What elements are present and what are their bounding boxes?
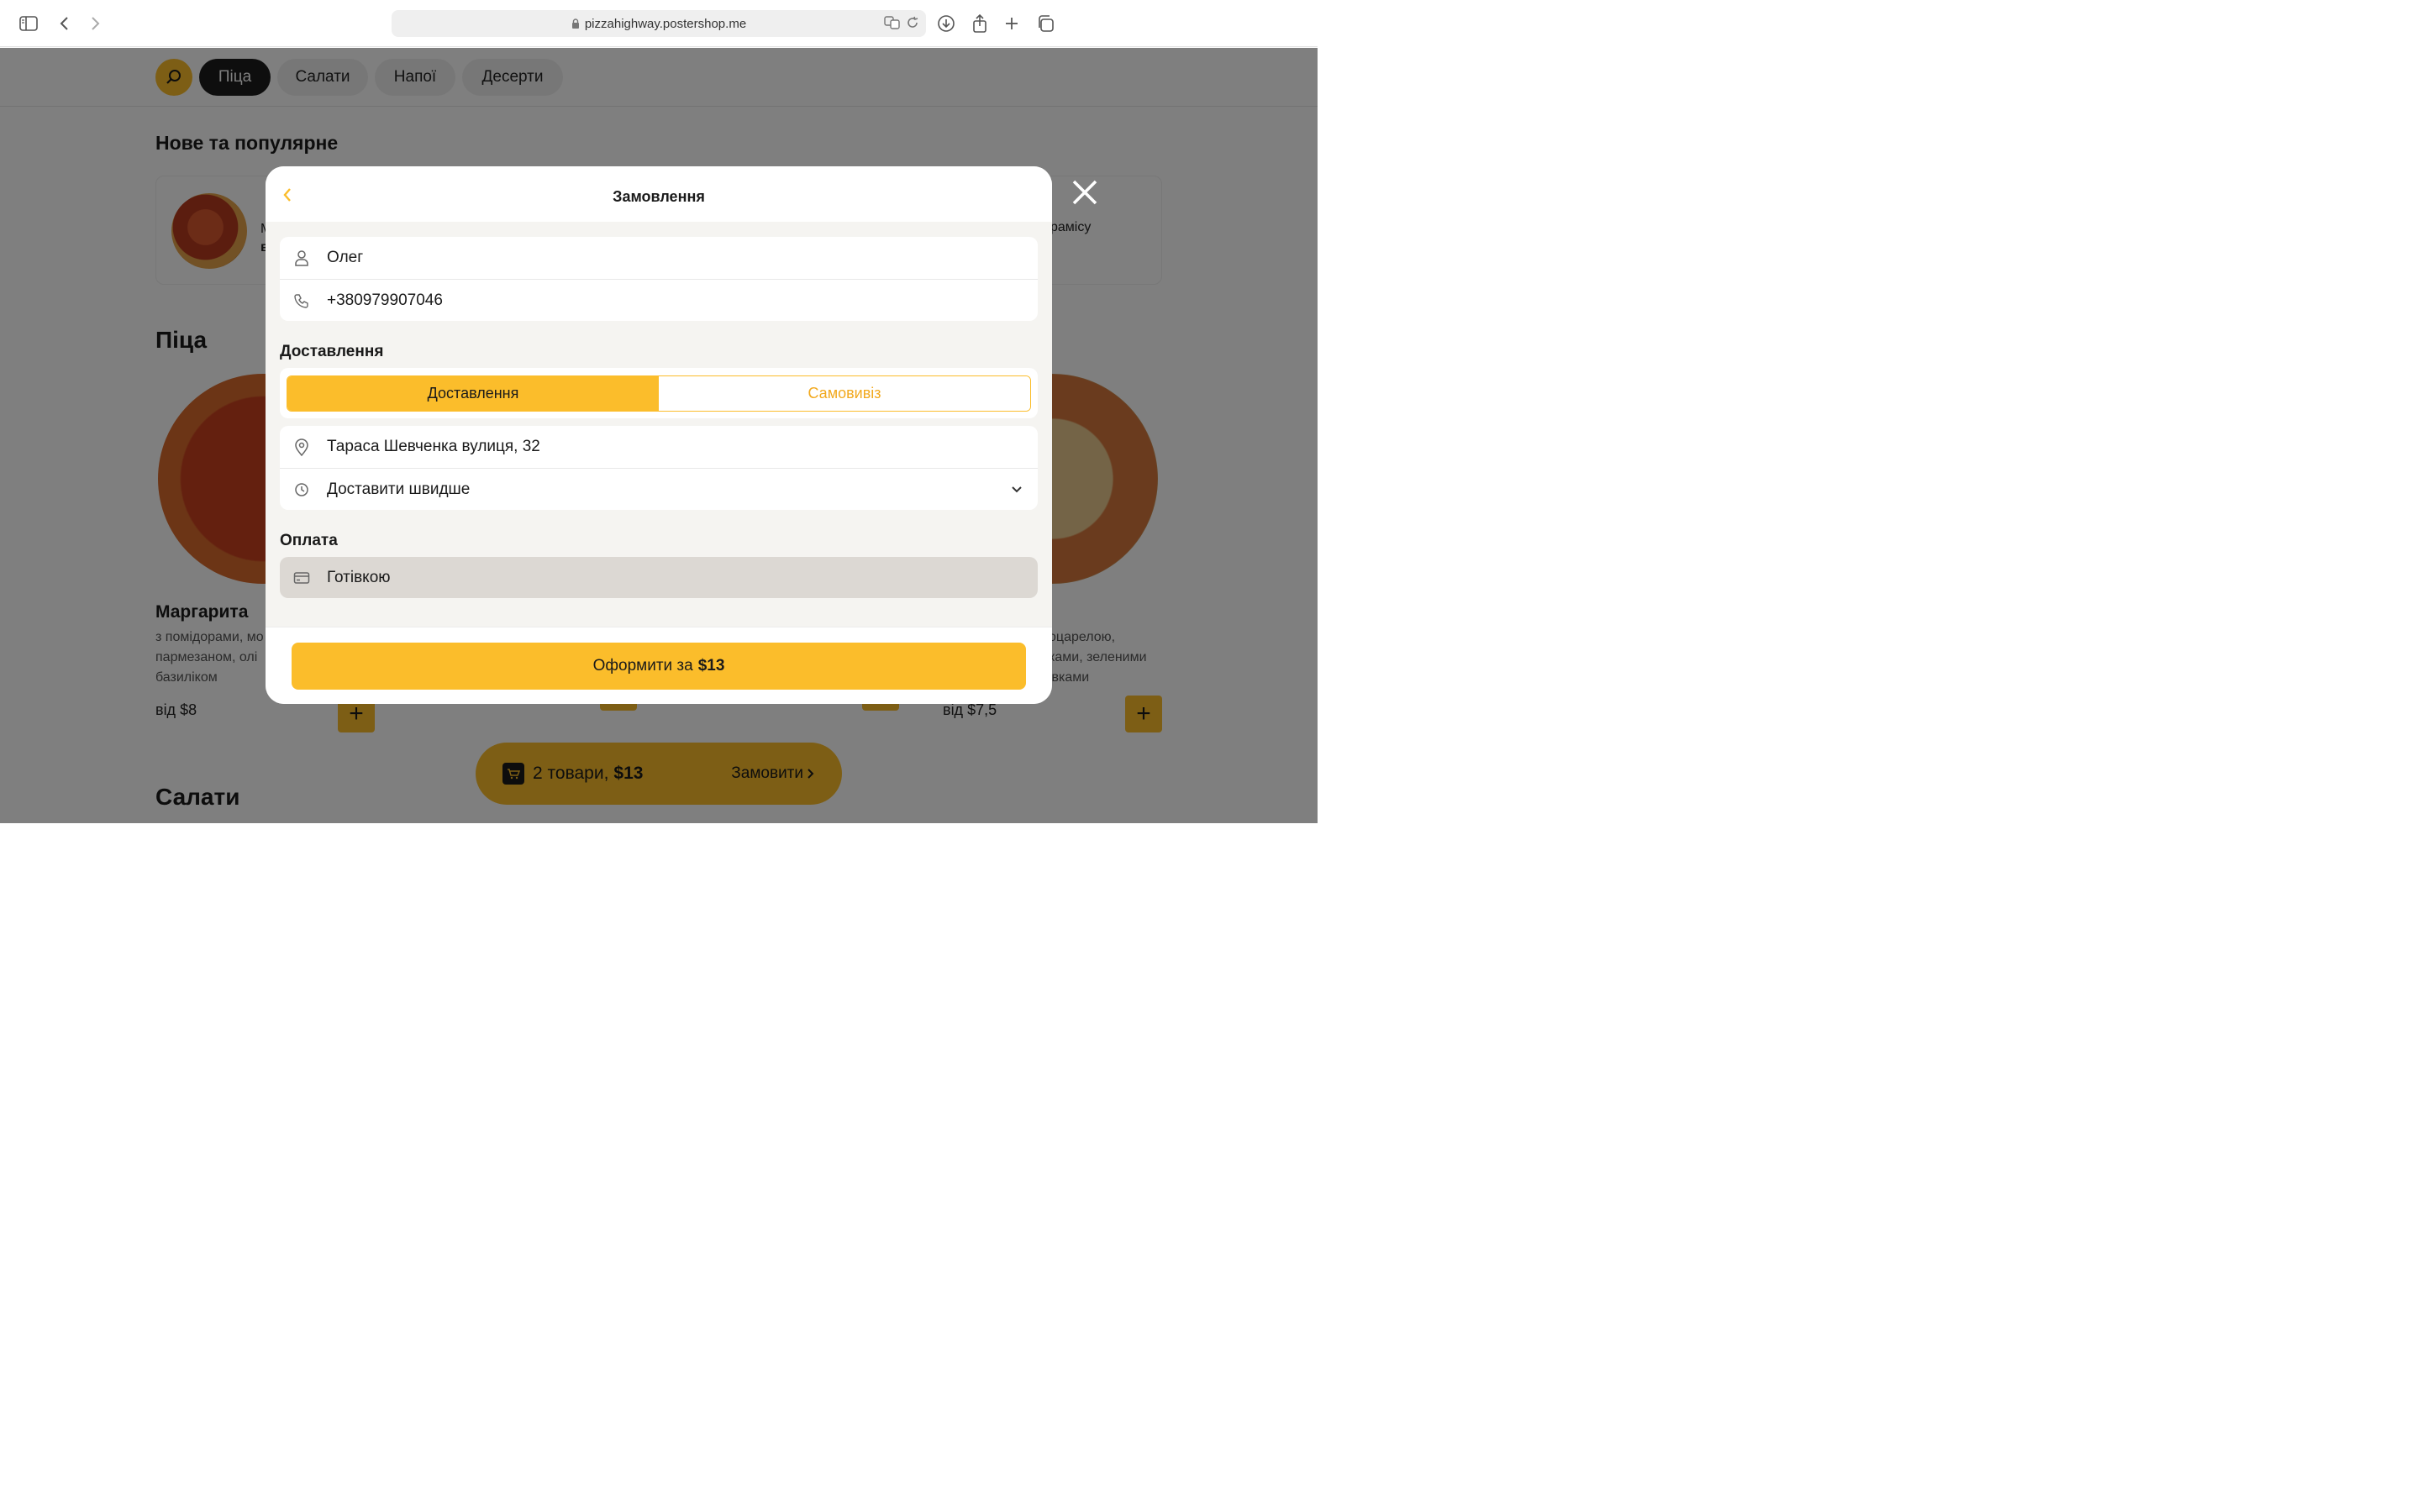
modal-header: Замовлення <box>266 166 1052 222</box>
translate-icon[interactable] <box>884 15 901 34</box>
checkout-amount: $13 <box>697 657 725 675</box>
downloads-icon[interactable] <box>936 13 956 34</box>
location-pin-icon <box>292 437 312 457</box>
new-tab-icon[interactable] <box>1002 13 1022 34</box>
payment-method-row: Готівкою <box>280 557 1038 598</box>
share-icon[interactable] <box>970 13 990 34</box>
url-text: pizzahighway.postershop.me <box>584 16 747 31</box>
payment-section-title: Оплата <box>280 532 338 549</box>
address-bar[interactable]: pizzahighway.postershop.me <box>392 10 926 37</box>
reload-icon[interactable] <box>906 15 919 34</box>
modal-title: Замовлення <box>613 188 705 205</box>
delivery-time-select[interactable]: Доставити швидше <box>280 468 1038 510</box>
user-icon <box>292 248 312 268</box>
phone-value: +380979907046 <box>327 291 443 309</box>
payment-method-value: Готівкою <box>327 568 391 586</box>
delivery-method-toggle: Доставлення Самовивіз <box>287 375 1031 412</box>
lock-icon <box>571 18 580 29</box>
contact-group: Олег +380979907046 <box>280 237 1038 321</box>
delivery-option[interactable]: Доставлення <box>287 376 659 411</box>
back-icon[interactable] <box>54 13 74 34</box>
close-icon <box>1072 180 1097 205</box>
close-modal-button[interactable] <box>1067 175 1102 210</box>
address-group: Тараса Шевченка вулиця, 32 Доставити шви… <box>280 426 1038 510</box>
address-value: Тараса Шевченка вулиця, 32 <box>327 438 540 455</box>
payment-method-field[interactable]: Готівкою <box>280 557 1038 598</box>
delivery-section-title: Доставлення <box>280 343 384 360</box>
checkout-button[interactable]: Оформити за $13 <box>292 643 1026 690</box>
browser-toolbar: pizzahighway.postershop.me <box>0 0 1318 47</box>
chevron-down-icon <box>1007 480 1026 499</box>
modal-footer: Оформити за $13 <box>266 627 1052 704</box>
card-icon <box>292 568 312 588</box>
name-value: Олег <box>327 249 364 266</box>
phone-field[interactable]: +380979907046 <box>280 279 1038 321</box>
sidebar-toggle-icon[interactable] <box>18 13 39 34</box>
forward-icon[interactable] <box>86 13 106 34</box>
checkout-label: Оформити за <box>592 657 693 675</box>
name-field[interactable]: Олег <box>280 237 1038 279</box>
order-modal: Замовлення Олег +380979907046 Доставленн… <box>266 166 1052 704</box>
clock-icon <box>292 480 312 500</box>
pickup-option[interactable]: Самовивіз <box>659 376 1030 411</box>
phone-icon <box>292 291 312 311</box>
delivery-time-value: Доставити швидше <box>327 480 471 498</box>
address-field[interactable]: Тараса Шевченка вулиця, 32 <box>280 426 1038 468</box>
tabs-overview-icon[interactable] <box>1035 13 1055 34</box>
delivery-toggle-wrap: Доставлення Самовивіз <box>280 368 1038 418</box>
